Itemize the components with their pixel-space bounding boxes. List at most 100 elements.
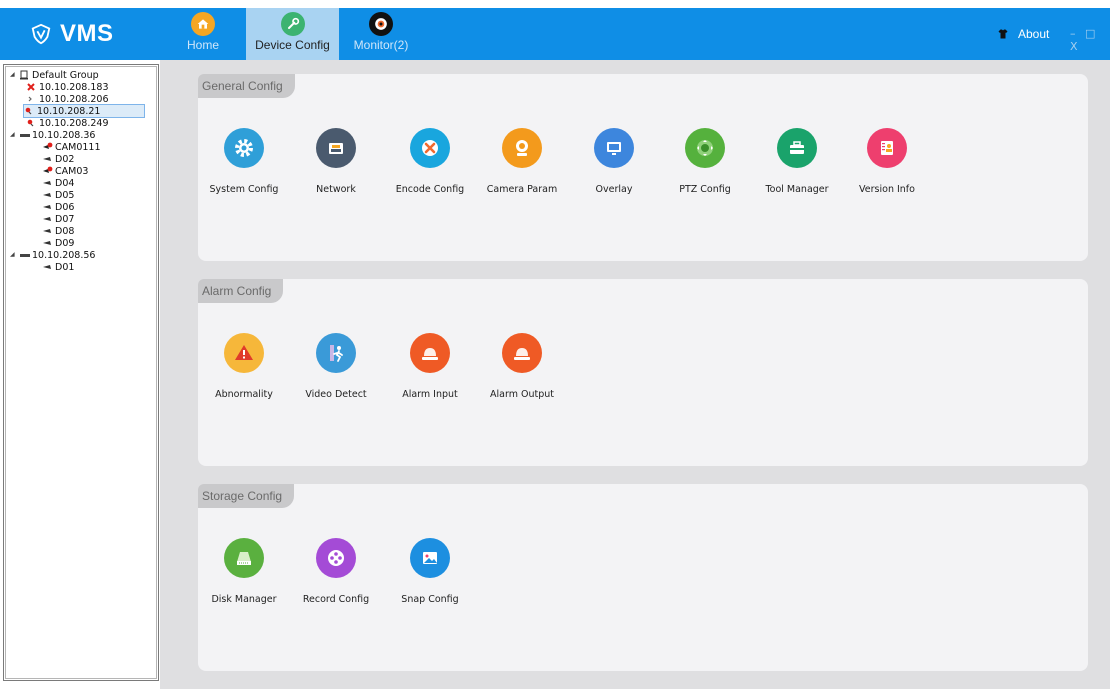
system-config-button[interactable]: System Config (198, 128, 290, 195)
device-tree[interactable]: ◢ Default Group 10.10.208.183 10.10.208.206… (3, 64, 159, 681)
tab-monitor-label: Monitor(2) (353, 38, 409, 52)
config-area: General Config System Config Network Encod… (160, 60, 1110, 689)
tree-node-label: D04 (55, 177, 75, 189)
tree-node-10-10-208-183[interactable]: 10.10.208.183 (26, 81, 109, 93)
tree-node-label: 10.10.208.21 (37, 105, 101, 117)
tree-node-label: D07 (55, 213, 75, 225)
expand-caret-icon[interactable]: ◢ (10, 72, 16, 78)
tree-node-cam0111[interactable]: CAM0111 (42, 141, 101, 153)
camera-param-button[interactable]: Camera Param (476, 128, 568, 195)
tree-node-10-10-208-21[interactable]: 10.10.208.21 (23, 104, 145, 118)
abnormality-label: Abnormality (215, 389, 273, 400)
camera-icon (42, 154, 52, 164)
storage-config-panel: Storage Config Disk Manager Record Config… (198, 484, 1088, 671)
camera-param-label: Camera Param (486, 184, 558, 195)
tree-node-default-group[interactable]: ◢ Default Group (10, 69, 99, 81)
tab-monitor[interactable]: Monitor(2) (348, 8, 414, 60)
snap-config-label: Snap Config (401, 594, 459, 605)
network-port-icon (316, 128, 356, 168)
network-button[interactable]: Network (290, 128, 382, 195)
expand-caret-icon[interactable]: ◢ (10, 252, 16, 258)
tree-node-label: D02 (55, 153, 75, 165)
overlay-button[interactable]: Overlay (568, 128, 660, 195)
disk-manager-button[interactable]: Disk Manager (198, 538, 290, 605)
device-online-icon (26, 118, 36, 128)
tree-node-label: 10.10.208.249 (39, 117, 109, 129)
version-info-label: Version Info (859, 184, 915, 195)
version-info-button[interactable]: Version Info (841, 128, 933, 195)
network-label: Network (316, 184, 356, 195)
alarm-config-panel: Alarm Config Abnormality Video Detect Alar… (198, 279, 1088, 466)
shirt-icon (998, 29, 1008, 39)
alarm-input-button[interactable]: Alarm Input (384, 333, 476, 400)
general-config-title: General Config (198, 74, 295, 98)
webcam-icon (502, 128, 542, 168)
snap-config-button[interactable]: Snap Config (384, 538, 476, 605)
tab-home[interactable]: Home (178, 8, 228, 60)
alarm-input-label: Alarm Input (402, 389, 458, 400)
hard-disk-icon (224, 538, 264, 578)
ptz-config-label: PTZ Config (679, 184, 731, 195)
film-reel-icon (316, 538, 356, 578)
tree-node-d09[interactable]: D09 (42, 237, 74, 249)
camera-icon (42, 178, 52, 188)
tree-node-d02[interactable]: D02 (42, 153, 74, 165)
ptz-config-button[interactable]: PTZ Config (659, 128, 751, 195)
tab-device-config[interactable]: Device Config (246, 8, 339, 60)
device-online-icon (24, 106, 34, 116)
tree-node-label: 10.10.208.56 (32, 249, 96, 261)
app-logo: VMS (30, 20, 114, 48)
window-controls[interactable]: – □ X (1070, 27, 1110, 53)
tree-node-10-10-208-206[interactable]: 10.10.208.206 (26, 93, 109, 105)
tree-node-label: CAM03 (55, 165, 89, 177)
tree-node-label: Default Group (32, 69, 99, 81)
video-detect-button[interactable]: Video Detect (290, 333, 382, 400)
tree-node-10-10-208-249[interactable]: 10.10.208.249 (26, 117, 109, 129)
alarm-config-title: Alarm Config (198, 279, 284, 303)
record-config-button[interactable]: Record Config (290, 538, 382, 605)
home-icon (191, 12, 215, 36)
tree-node-10-10-208-56[interactable]: ◢ 10.10.208.56 (10, 249, 95, 261)
monitor-icon (594, 128, 634, 168)
motion-detect-icon (316, 333, 356, 373)
tree-node-d07[interactable]: D07 (42, 213, 74, 225)
title-bar: VMS Home Device Config Monitor(2) About … (0, 8, 1110, 60)
nvr-icon (19, 250, 30, 260)
camera-icon (42, 190, 52, 200)
camera-recording-icon (42, 142, 53, 152)
encode-config-label: Encode Config (395, 184, 465, 195)
camera-lens-icon (369, 12, 393, 36)
warning-icon (224, 333, 264, 373)
expand-caret-icon[interactable]: ◢ (10, 132, 16, 138)
device-tree-inner: ◢ Default Group 10.10.208.183 10.10.208.206… (5, 66, 157, 679)
tree-node-d05[interactable]: D05 (42, 189, 74, 201)
picture-icon (410, 538, 450, 578)
abnormality-button[interactable]: Abnormality (198, 333, 290, 400)
alarm-output-button[interactable]: Alarm Output (476, 333, 568, 400)
device-offline-icon (26, 82, 36, 92)
about-button[interactable]: About (997, 27, 1049, 41)
tree-node-d01[interactable]: D01 (42, 261, 74, 273)
about-label: About (1018, 27, 1050, 41)
video-detect-label: Video Detect (305, 389, 367, 400)
camera-icon (42, 214, 52, 224)
tree-node-label: CAM0111 (55, 141, 101, 153)
camera-icon (42, 226, 52, 236)
tree-node-d04[interactable]: D04 (42, 177, 74, 189)
encode-config-button[interactable]: Encode Config (384, 128, 476, 195)
tree-node-d08[interactable]: D08 (42, 225, 74, 237)
camera-icon (42, 202, 52, 212)
app-title: VMS (60, 20, 114, 47)
tree-node-cam03[interactable]: CAM03 (42, 165, 88, 177)
tree-node-d06[interactable]: D06 (42, 201, 74, 213)
tree-node-label: 10.10.208.36 (32, 129, 96, 141)
gear-icon (224, 128, 264, 168)
record-config-label: Record Config (302, 594, 370, 605)
wrench-icon (280, 12, 305, 36)
tree-node-10-10-208-36[interactable]: ◢ 10.10.208.36 (10, 129, 95, 141)
camera-icon (42, 262, 52, 272)
tool-manager-label: Tool Manager (765, 184, 829, 195)
general-config-panel: General Config System Config Network Encod… (198, 74, 1088, 261)
tool-manager-button[interactable]: Tool Manager (751, 128, 843, 195)
tab-device-config-label: Device Config (255, 38, 330, 52)
